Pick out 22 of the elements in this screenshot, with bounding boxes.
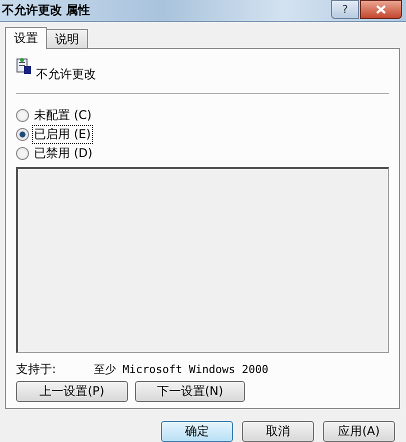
help-button[interactable]: ? (331, 0, 359, 19)
policy-icon (16, 57, 32, 75)
radio-button[interactable] (16, 128, 29, 141)
supported-label: 支持于: (16, 360, 58, 378)
nav-button[interactable]: 下一设置(N) (135, 381, 245, 402)
dialog-button[interactable]: 确定 (161, 421, 233, 442)
dialog-button[interactable]: 取消 (242, 421, 314, 442)
tab[interactable]: 设置 (5, 27, 47, 49)
window-title: 不允许更改 属性 (2, 2, 90, 19)
setting-name: 不允许更改 (36, 66, 96, 83)
radio-label[interactable]: 已启用 (E) (33, 126, 92, 143)
nav-button[interactable]: 上一设置(P) (16, 381, 128, 402)
comment-field[interactable] (16, 167, 389, 353)
radio-button[interactable] (16, 147, 29, 160)
supported-value: 至少 Microsoft Windows 2000 (94, 362, 268, 376)
close-button[interactable] (360, 0, 402, 19)
radio-button[interactable] (16, 109, 29, 122)
radio-label[interactable]: 已禁用 (D) (33, 145, 94, 162)
dialog-button[interactable]: 应用(A) (323, 421, 395, 442)
tab[interactable]: 说明 (46, 29, 88, 49)
close-icon (376, 5, 386, 14)
radio-label[interactable]: 未配置 (C) (33, 107, 93, 124)
